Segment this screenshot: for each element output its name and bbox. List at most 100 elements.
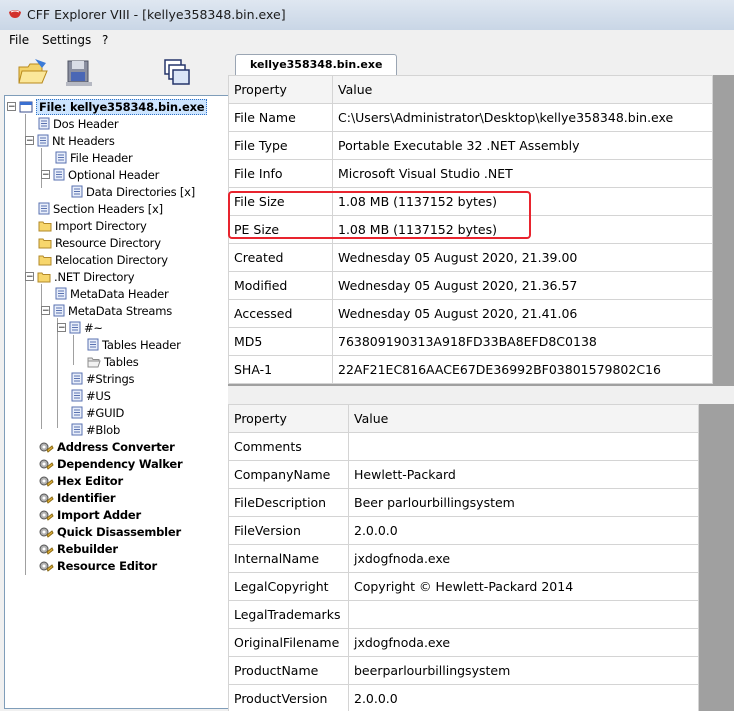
property-cell[interactable]: Modified (228, 271, 333, 300)
tree-item-import-directory[interactable]: Import Directory (38, 217, 147, 234)
collapse-icon[interactable]: − (41, 306, 50, 316)
property-cell[interactable]: ProductName (228, 656, 349, 685)
table-row[interactable]: ProductVersion 2.0.0.0 (228, 684, 699, 711)
value-cell[interactable]: Portable Executable 32 .NET Assembly (332, 131, 713, 160)
tree-item-address-converter[interactable]: Address Converter (38, 438, 175, 455)
tree-item-strings[interactable]: #Strings (71, 370, 135, 387)
table-row[interactable]: MD5 763809190313A918FD33BA8EFD8C0138 (228, 327, 713, 356)
property-cell[interactable]: FileVersion (228, 516, 349, 545)
value-cell[interactable]: Wednesday 05 August 2020, 21.36.57 (332, 271, 713, 300)
value-cell[interactable]: 2.0.0.0 (348, 684, 699, 711)
table-row[interactable]: SHA-1 22AF21EC816AACE67DE36992BF038015798… (228, 355, 713, 384)
value-cell[interactable]: jxdogfnoda.exe (348, 544, 699, 573)
tree-item-tables-header[interactable]: Tables Header (87, 336, 181, 353)
panel-splitter[interactable] (228, 386, 734, 404)
table-row[interactable]: Comments (228, 432, 699, 461)
tab-file[interactable]: kellye358348.bin.exe (235, 54, 398, 76)
collapse-icon[interactable]: − (41, 170, 50, 180)
tree-item-dos-header[interactable]: Dos Header (38, 115, 119, 132)
table-row[interactable]: File Name C:\Users\Administrator\Desktop\… (228, 103, 713, 132)
value-cell[interactable]: Wednesday 05 August 2020, 21.41.06 (332, 299, 713, 328)
version-info-grid[interactable]: Property Value Comments CompanyName Hewlett-… (228, 404, 734, 711)
tree-item-quick-disassembler[interactable]: Quick Disassembler (38, 523, 181, 540)
property-cell[interactable]: LegalTrademarks (228, 600, 349, 629)
property-cell[interactable]: CompanyName (228, 460, 349, 489)
tree-item-dependency-walker[interactable]: Dependency Walker (38, 455, 183, 472)
collapse-icon[interactable]: − (25, 272, 34, 282)
tree-item-us[interactable]: #US (71, 387, 111, 404)
collapse-icon[interactable]: − (57, 323, 66, 333)
table-row[interactable]: Created Wednesday 05 August 2020, 21.39.0… (228, 243, 713, 272)
tree-item-metadata-header[interactable]: MetaData Header (55, 285, 169, 302)
property-cell[interactable]: Comments (228, 432, 349, 461)
tree-item-optional-header[interactable]: − Optional Header (41, 166, 159, 183)
table-row[interactable]: File Type Portable Executable 32 .NET Ass… (228, 131, 713, 160)
tree-item-metadata-streams[interactable]: − MetaData Streams (41, 302, 172, 319)
property-cell[interactable]: Created (228, 243, 333, 272)
value-cell[interactable]: C:\Users\Administrator\Desktop\kellye358… (332, 103, 713, 132)
property-column-header[interactable]: Property (228, 404, 349, 433)
tree-item-blob[interactable]: #Blob (71, 421, 120, 438)
value-cell[interactable]: 763809190313A918FD33BA8EFD8C0138 (332, 327, 713, 356)
menu-file[interactable]: File (9, 33, 29, 47)
tree-item-identifier[interactable]: Identifier (38, 489, 116, 506)
tree-item-import-adder[interactable]: Import Adder (38, 506, 141, 523)
table-row[interactable]: FileVersion 2.0.0.0 (228, 516, 699, 545)
value-cell[interactable]: jxdogfnoda.exe (348, 628, 699, 657)
tree-item-rebuilder[interactable]: Rebuilder (38, 540, 118, 557)
property-cell[interactable]: InternalName (228, 544, 349, 573)
table-row[interactable]: LegalTrademarks (228, 600, 699, 629)
property-column-header[interactable]: Property (228, 75, 333, 104)
tree-item-stream-tilde[interactable]: − #~ (57, 319, 103, 336)
property-cell[interactable]: Accessed (228, 299, 333, 328)
tree-item-nt-headers[interactable]: − Nt Headers (25, 132, 115, 149)
value-cell[interactable] (348, 600, 699, 629)
property-cell[interactable]: File Info (228, 159, 333, 188)
value-cell[interactable]: 2.0.0.0 (348, 516, 699, 545)
collapse-icon[interactable]: − (25, 136, 34, 146)
value-cell[interactable]: Beer parlourbillingsystem (348, 488, 699, 517)
collapse-icon[interactable]: − (7, 102, 16, 112)
menu-settings[interactable]: Settings (42, 33, 91, 47)
menu-help[interactable]: ? (102, 33, 108, 47)
table-row[interactable]: ProductName beerparlourbillingsystem (228, 656, 699, 685)
tree-item-hex-editor[interactable]: Hex Editor (38, 472, 123, 489)
tree-item-file-header[interactable]: File Header (55, 149, 133, 166)
value-column-header[interactable]: Value (332, 75, 713, 104)
value-cell[interactable]: Microsoft Visual Studio .NET (332, 159, 713, 188)
table-row[interactable]: InternalName jxdogfnoda.exe (228, 544, 699, 573)
table-row[interactable]: CompanyName Hewlett-Packard (228, 460, 699, 489)
value-column-header[interactable]: Value (348, 404, 699, 433)
value-cell[interactable]: Copyright © Hewlett-Packard 2014 (348, 572, 699, 601)
property-cell[interactable]: File Type (228, 131, 333, 160)
property-cell[interactable]: MD5 (228, 327, 333, 356)
tree-item-guid[interactable]: #GUID (71, 404, 124, 421)
tree-panel[interactable]: − File: kellye358348.bin.exe Dos Header … (4, 95, 229, 709)
tree-item-resource-editor[interactable]: Resource Editor (38, 557, 157, 574)
value-cell[interactable]: 22AF21EC816AACE67DE36992BF03801579802C16 (332, 355, 713, 384)
table-row[interactable]: LegalCopyright Copyright © Hewlett-Packar… (228, 572, 699, 601)
tree-root[interactable]: − File: kellye358348.bin.exe (7, 98, 208, 115)
tree-item-net-directory[interactable]: − .NET Directory (25, 268, 135, 285)
value-cell[interactable]: beerparlourbillingsystem (348, 656, 699, 685)
property-cell[interactable]: ProductVersion (228, 684, 349, 711)
value-cell[interactable]: Wednesday 05 August 2020, 21.39.00 (332, 243, 713, 272)
property-cell[interactable]: FileDescription (228, 488, 349, 517)
value-cell[interactable]: Hewlett-Packard (348, 460, 699, 489)
tree-item-tables[interactable]: Tables (87, 353, 139, 370)
table-row[interactable]: FileDescription Beer parlourbillingsystem (228, 488, 699, 517)
property-cell[interactable]: SHA-1 (228, 355, 333, 384)
windows-icon[interactable] (160, 55, 194, 89)
table-row[interactable]: File Info Microsoft Visual Studio .NET (228, 159, 713, 188)
property-cell[interactable]: File Name (228, 103, 333, 132)
tree-item-data-directories[interactable]: Data Directories [x] (71, 183, 195, 200)
property-cell[interactable]: LegalCopyright (228, 572, 349, 601)
value-cell[interactable] (348, 432, 699, 461)
property-cell[interactable]: OriginalFilename (228, 628, 349, 657)
tree-item-section-headers[interactable]: Section Headers [x] (38, 200, 163, 217)
table-row[interactable]: Modified Wednesday 05 August 2020, 21.36.… (228, 271, 713, 300)
table-row[interactable]: OriginalFilename jxdogfnoda.exe (228, 628, 699, 657)
tree-item-resource-directory[interactable]: Resource Directory (38, 234, 161, 251)
tree-item-relocation-directory[interactable]: Relocation Directory (38, 251, 168, 268)
open-folder-icon[interactable] (16, 55, 50, 89)
